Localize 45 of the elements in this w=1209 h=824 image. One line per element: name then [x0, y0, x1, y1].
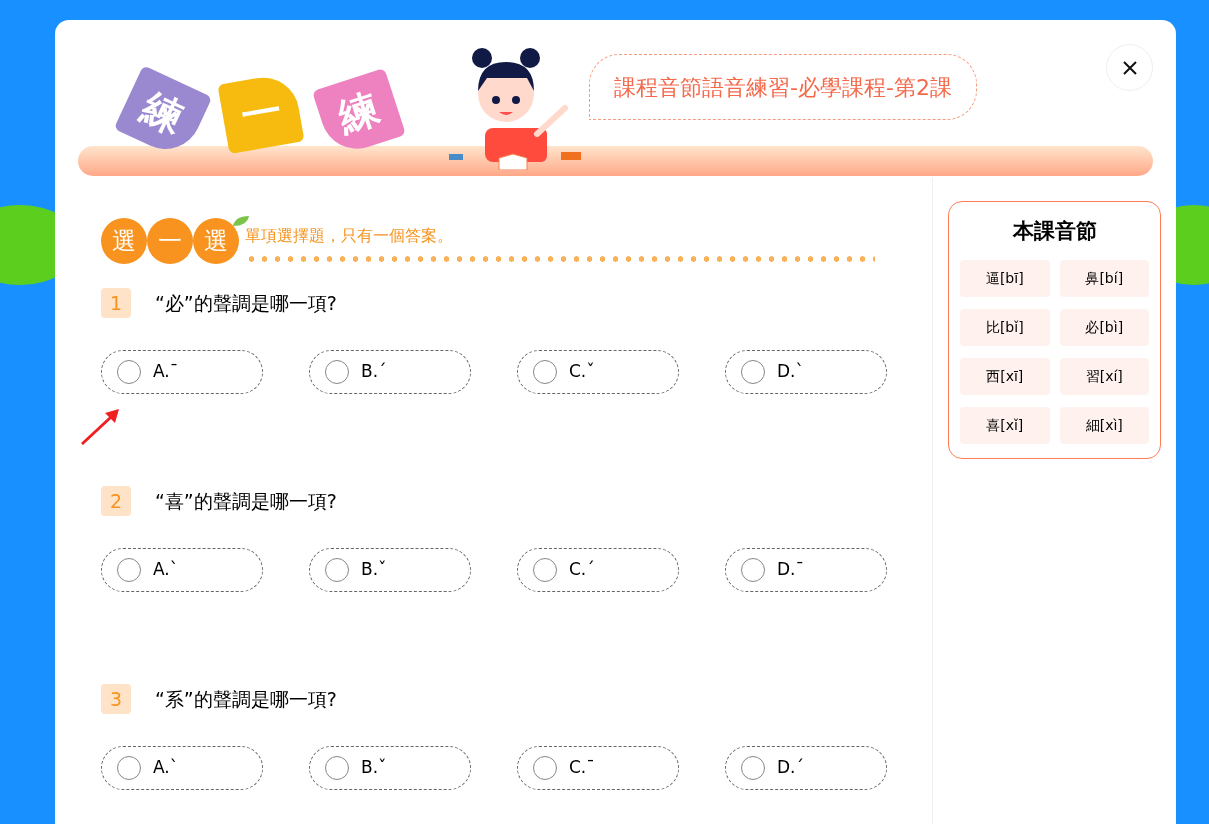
option-label: D.ˋ	[777, 360, 804, 384]
option-label: D.ˊ	[777, 756, 804, 780]
option-label: D.ˉ	[777, 558, 804, 582]
syllable-chip[interactable]: 逼[bī]	[960, 259, 1050, 297]
close-button[interactable]	[1106, 44, 1153, 91]
syllable-chip[interactable]: 鼻[bí]	[1059, 259, 1149, 297]
radio-button[interactable]	[741, 756, 765, 780]
radio-button[interactable]	[325, 756, 349, 780]
panel-title: 本課音節	[1011, 218, 1098, 245]
radio-button[interactable]	[741, 360, 765, 384]
question-prompt: “系”的聲調是哪一項?	[155, 686, 337, 712]
question-number: 2	[101, 486, 131, 516]
option-label: C.ˊ	[569, 558, 595, 582]
option-label: A.ˉ	[153, 360, 179, 384]
radio-button[interactable]	[325, 558, 349, 582]
option-label: C.ˇ	[569, 360, 595, 384]
radio-button[interactable]	[741, 558, 765, 582]
syllable-chip[interactable]: 比[bǐ]	[960, 308, 1050, 346]
option-label: A.ˋ	[153, 756, 179, 780]
radio-button[interactable]	[533, 756, 557, 780]
radio-button[interactable]	[117, 360, 141, 384]
lesson-title: 課程音節語音練習-必學課程-第2課	[589, 54, 977, 120]
question-prompt: “喜”的聲調是哪一項?	[155, 488, 337, 514]
question-prompt: “必”的聲調是哪一項?	[155, 290, 337, 316]
question-number: 3	[101, 684, 131, 714]
radio-button[interactable]	[117, 558, 141, 582]
syllable-chip[interactable]: 細[xì]	[1059, 406, 1149, 444]
option-label: B.ˇ	[361, 756, 387, 780]
radio-button[interactable]	[325, 360, 349, 384]
leaf-icon	[231, 214, 251, 228]
syllable-chip[interactable]: 習[xí]	[1059, 357, 1149, 395]
instruction-text: 單項選擇題，只有一個答案。	[245, 225, 454, 247]
arrow-icon	[79, 407, 121, 445]
syllable-chip[interactable]: 西[xī]	[960, 357, 1050, 395]
option-label: B.ˊ	[361, 360, 387, 384]
syllable-chip[interactable]: 喜[xǐ]	[960, 406, 1050, 444]
syllable-chip[interactable]: 必[bì]	[1059, 308, 1149, 346]
option-label: C.ˉ	[569, 756, 595, 780]
option-label: A.ˋ	[153, 558, 179, 582]
radio-button[interactable]	[533, 558, 557, 582]
option-label: B.ˇ	[361, 558, 387, 582]
radio-button[interactable]	[533, 360, 557, 384]
question-number: 1	[101, 288, 131, 318]
close-icon	[1122, 60, 1137, 75]
radio-button[interactable]	[117, 756, 141, 780]
